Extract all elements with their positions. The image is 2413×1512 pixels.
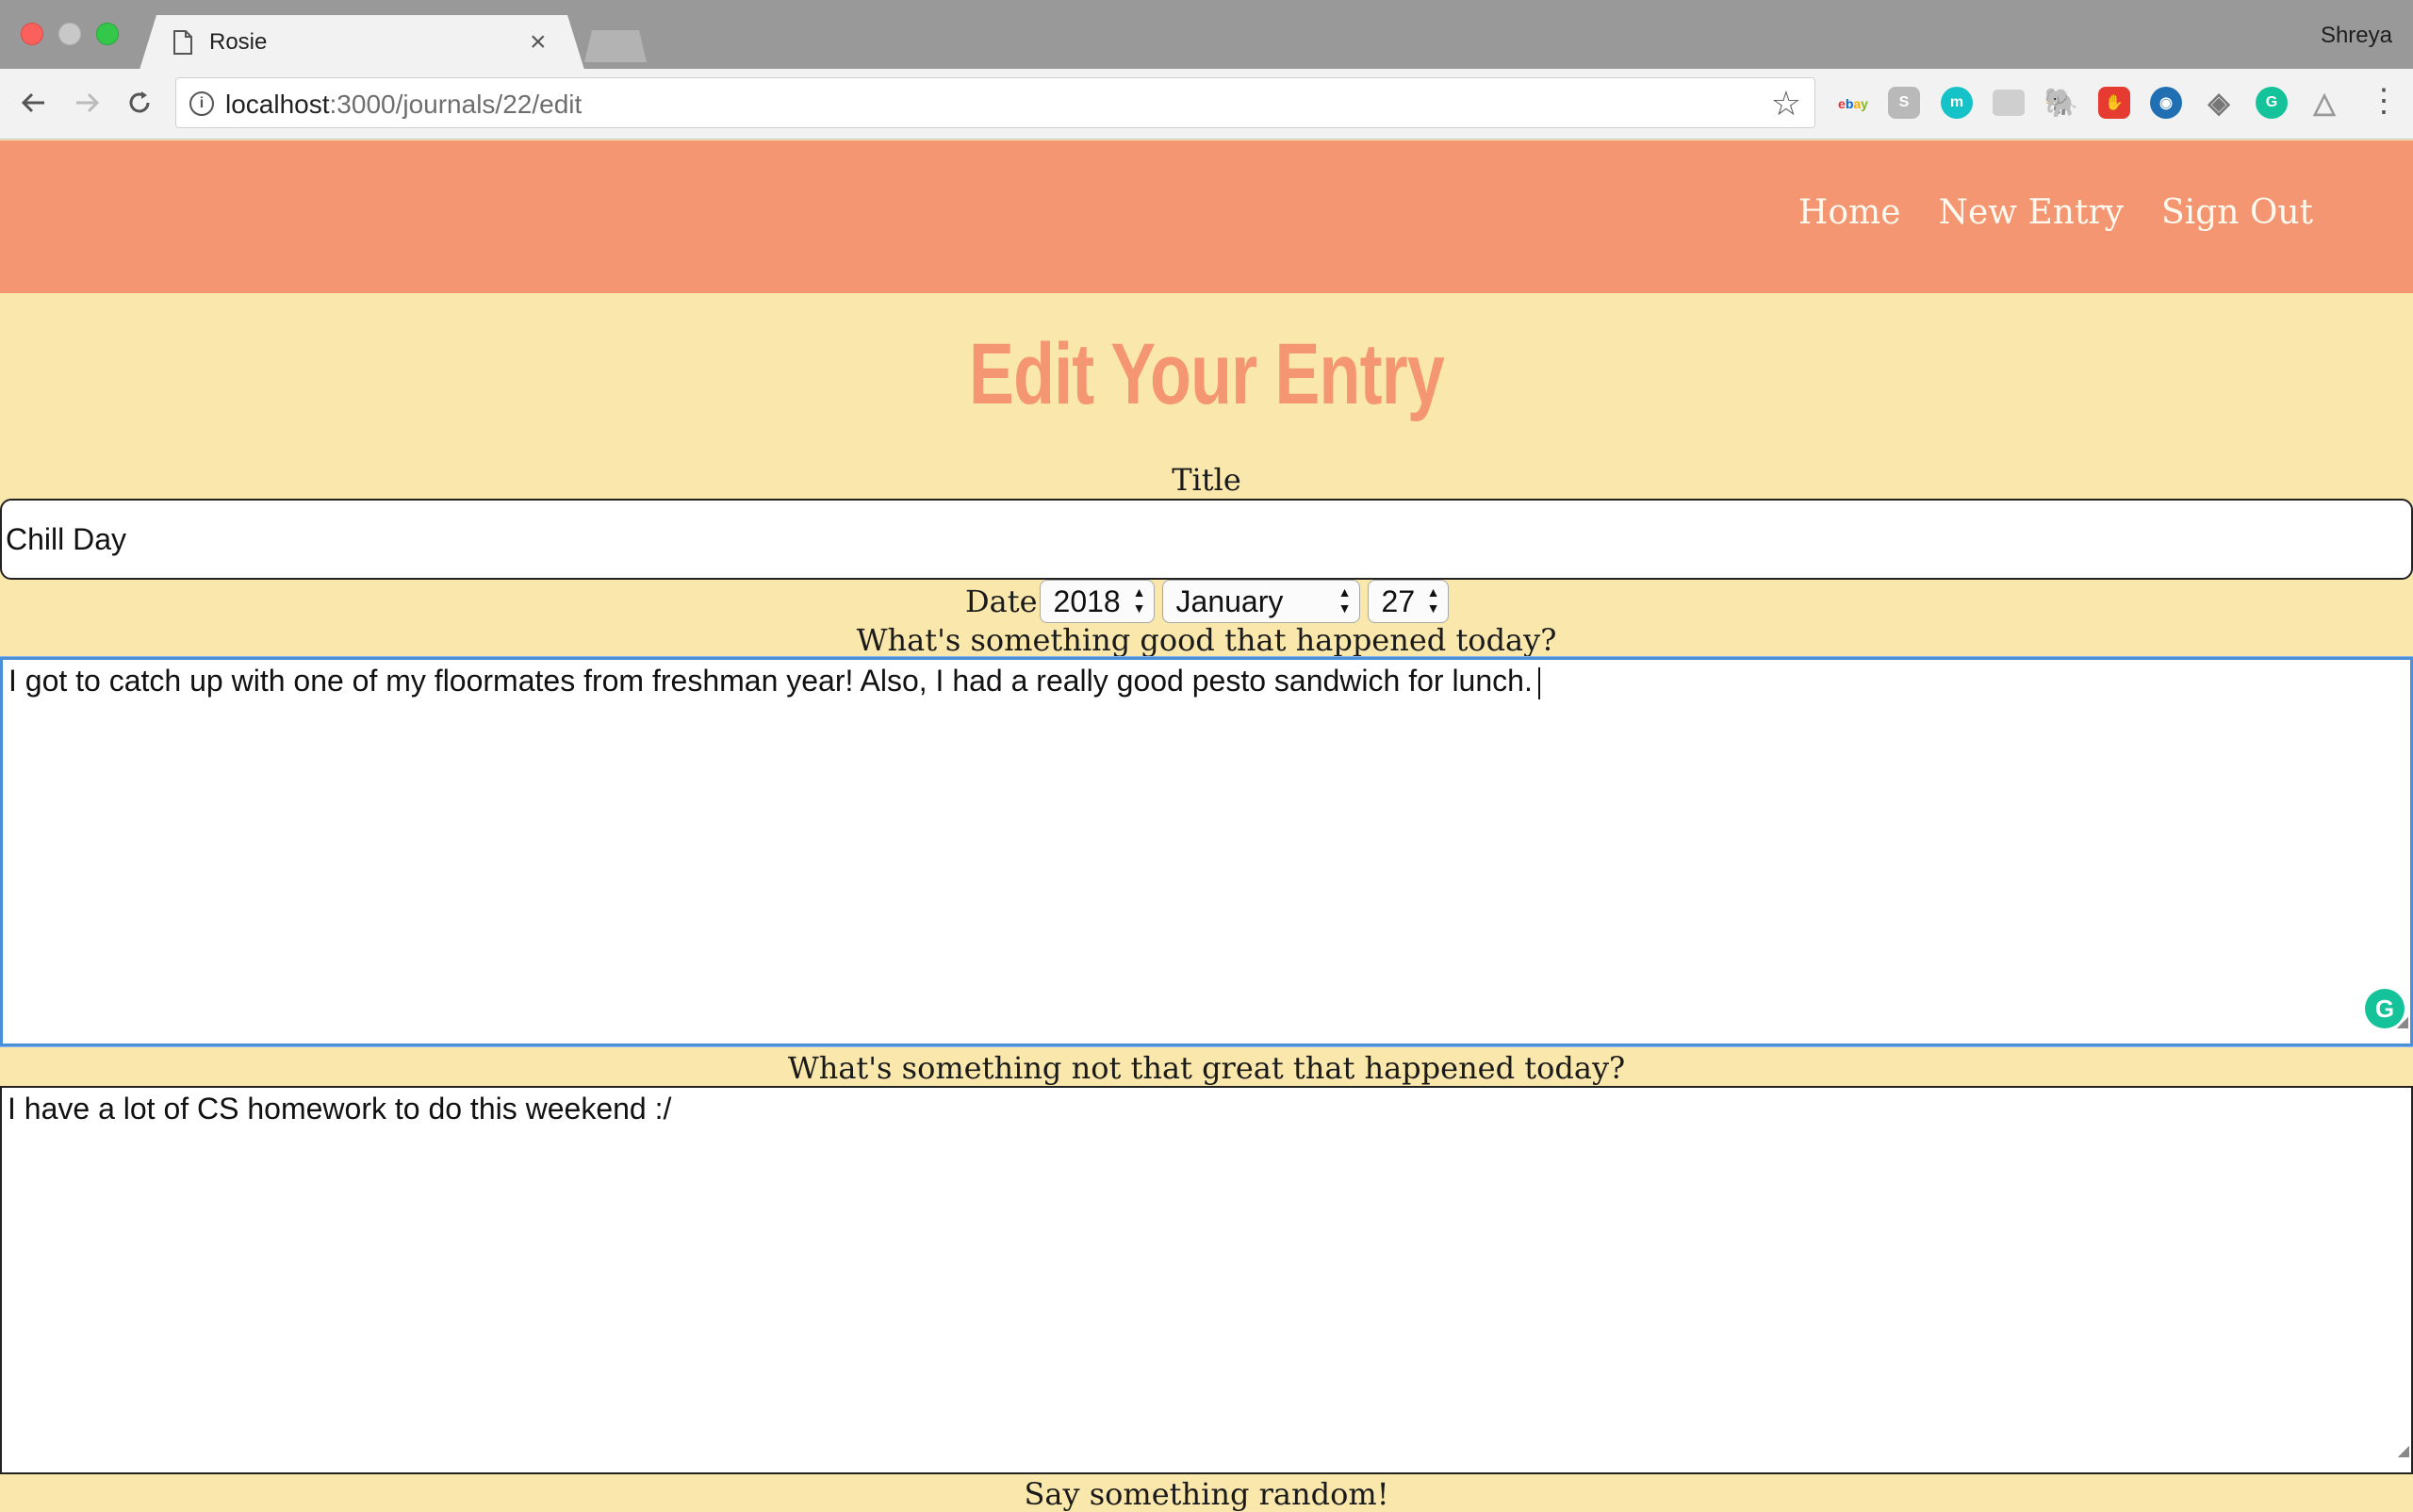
nav-sign-out-link[interactable]: Sign Out — [2161, 193, 2313, 232]
nav-new-entry-link[interactable]: New Entry — [1938, 193, 2124, 232]
year-select[interactable]: 2018 ▲ ▼ — [1039, 580, 1155, 623]
month-select[interactable]: January ▲ ▼ — [1161, 580, 1360, 623]
browser-tab-bar: Rosie × Shreya — [0, 0, 2413, 70]
url-text[interactable]: localhost:3000/journals/22/edit — [225, 90, 582, 120]
ebay-extension-icon[interactable]: ebay — [1834, 92, 1872, 115]
bad-text: I have a lot of CS homework to do this w… — [8, 1092, 672, 1126]
tab-close-icon[interactable]: × — [530, 26, 547, 58]
page-title: Edit Your Entry — [969, 326, 1445, 422]
card-extension-icon[interactable] — [1993, 90, 2025, 116]
evernote-extension-icon[interactable]: 🐘 — [2044, 87, 2078, 119]
good-label: What's something good that happened toda… — [856, 622, 1557, 658]
forward-arrow-icon[interactable] — [66, 82, 107, 123]
back-arrow-icon[interactable] — [13, 82, 55, 123]
paint-bucket-extension-icon[interactable]: ◈ — [2203, 87, 2235, 119]
eye-extension-icon[interactable]: ◉ — [2150, 87, 2182, 119]
m-extension-icon[interactable]: m — [1941, 87, 1973, 119]
title-label: Title — [1172, 462, 1241, 498]
good-text: I got to catch up with one of my floorma… — [8, 664, 1533, 698]
browser-tab[interactable]: Rosie × — [140, 15, 584, 70]
date-label: Date — [965, 583, 1038, 619]
bad-textarea[interactable]: I have a lot of CS homework to do this w… — [0, 1086, 2413, 1474]
info-icon[interactable]: i — [189, 91, 214, 116]
random-label: Say something random! — [1024, 1476, 1389, 1512]
title-input[interactable]: Chill Day — [0, 499, 2413, 580]
new-tab-button[interactable] — [584, 30, 647, 62]
skype-extension-icon[interactable]: S — [1888, 87, 1920, 119]
drive-extension-icon[interactable]: △ — [2308, 87, 2340, 119]
good-textarea[interactable]: I got to catch up with one of my floorma… — [0, 657, 2413, 1046]
minimize-window-button[interactable] — [58, 23, 81, 45]
address-bar[interactable]: i localhost:3000/journals/22/edit ☆ — [175, 77, 1815, 128]
maximize-window-button[interactable] — [96, 23, 119, 45]
page-icon — [173, 30, 192, 55]
bad-label: What's something not that great that hap… — [787, 1050, 1626, 1086]
day-select[interactable]: 27 ▲ ▼ — [1367, 580, 1449, 623]
resize-handle-icon[interactable]: ◢ — [2398, 1433, 2409, 1471]
bookmark-star-icon[interactable]: ☆ — [1771, 84, 1801, 123]
resize-handle-icon[interactable]: ◢ — [2397, 1004, 2408, 1042]
select-arrows-icon: ▲ ▼ — [1426, 584, 1440, 616]
grammarly-extension-icon[interactable]: G — [2256, 87, 2288, 119]
date-row: Date 2018 ▲ ▼ January ▲ ▼ 27 ▲ ▼ — [965, 579, 1456, 624]
reload-icon[interactable] — [119, 82, 160, 123]
select-arrows-icon: ▲ ▼ — [1338, 584, 1352, 616]
text-caret — [1537, 666, 1540, 699]
site-header: Home New Entry Sign Out — [0, 140, 2413, 293]
select-arrows-icon: ▲ ▼ — [1132, 584, 1146, 616]
browser-menu-icon[interactable]: ⋮ — [2368, 85, 2400, 117]
close-window-button[interactable] — [21, 23, 43, 45]
profile-name[interactable]: Shreya — [2321, 23, 2392, 49]
nav-home-link[interactable]: Home — [1798, 193, 1901, 232]
stop-hand-extension-icon[interactable]: ✋ — [2098, 87, 2130, 119]
tab-title: Rosie — [209, 29, 268, 55]
site-nav: Home New Entry Sign Out — [1798, 193, 2313, 232]
